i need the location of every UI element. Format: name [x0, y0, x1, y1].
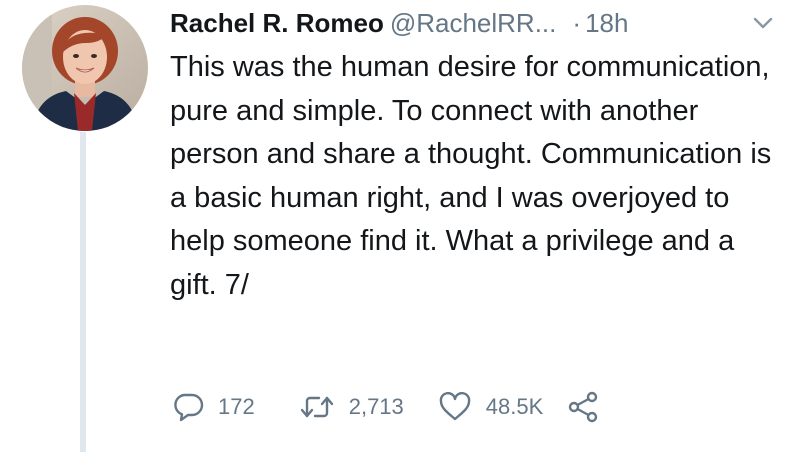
author-handle[interactable]: @RachelRR... — [390, 8, 557, 39]
reply-bubble-icon — [172, 391, 204, 423]
like-count: 48.5K — [485, 394, 544, 419]
reply-count: 172 — [218, 394, 255, 419]
share-button[interactable] — [567, 391, 599, 423]
tweet-text: This was the human desire for communicat… — [170, 51, 772, 301]
retweet-count: 2,713 — [348, 394, 404, 419]
like-button[interactable]: 48.5K — [438, 391, 544, 423]
author-name[interactable]: Rachel R. Romeo — [170, 8, 384, 39]
share-icon — [567, 391, 599, 423]
thread-line — [80, 132, 86, 452]
avatar[interactable] — [22, 5, 148, 131]
timestamp[interactable]: 18h — [585, 8, 628, 39]
chevron-down-icon[interactable] — [752, 12, 774, 34]
tweet: Rachel R. Romeo @RachelRR... · 18h This … — [0, 0, 800, 452]
separator-dot: · — [572, 8, 582, 38]
reply-button[interactable]: 172 — [172, 391, 255, 423]
retweet-icon — [299, 391, 335, 423]
tweet-actions: 172 2,713 48.5K — [172, 390, 599, 424]
heart-icon — [438, 391, 472, 423]
retweet-button[interactable]: 2,713 — [299, 391, 404, 423]
tweet-header: Rachel R. Romeo @RachelRR... · 18h — [170, 8, 628, 42]
